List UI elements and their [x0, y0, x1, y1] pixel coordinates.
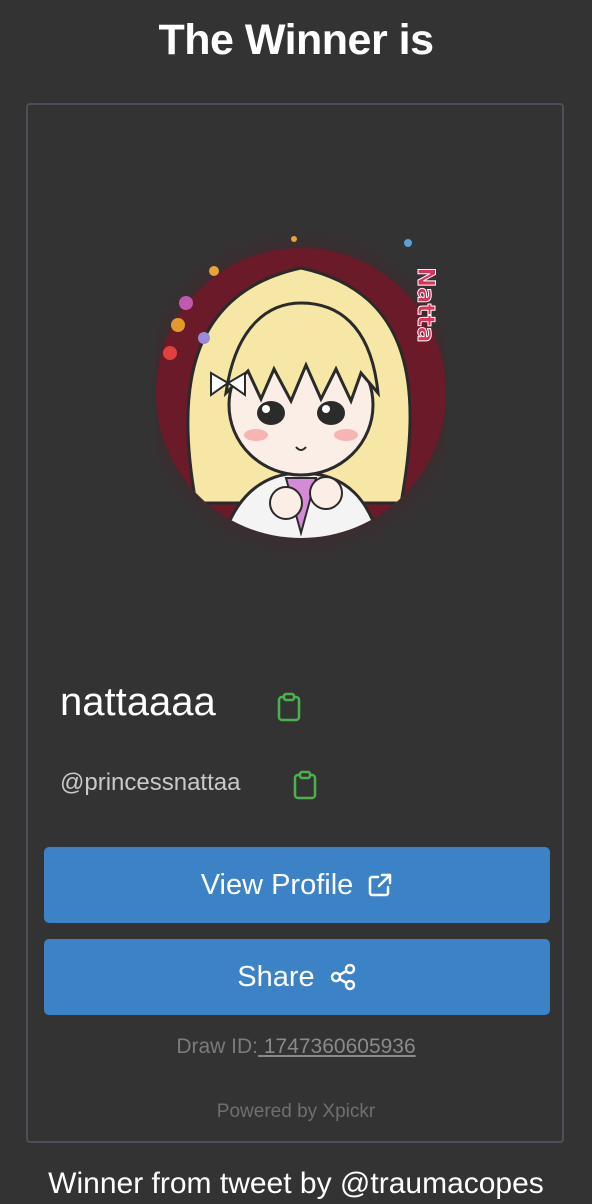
external-link-icon — [367, 872, 393, 898]
powered-by: Powered by Xpickr — [216, 1101, 376, 1122]
winner-card: Natta nattaaaa @princessnattaa View Prof… — [26, 103, 564, 1143]
footer-text: Winner from tweet by @traumacopes — [48, 1167, 544, 1200]
view-profile-button[interactable]: View Profile — [44, 847, 550, 923]
share-icon — [329, 963, 357, 991]
winner-avatar: Natta — [126, 173, 476, 583]
draw-id-link[interactable]: 1747360605936 — [258, 1035, 416, 1058]
winner-display-name: nattaaaa — [60, 680, 216, 724]
share-button[interactable]: Share — [44, 939, 550, 1015]
copy-handle-icon[interactable] — [292, 770, 318, 805]
draw-id-label: Draw ID: — [176, 1035, 258, 1058]
view-profile-label: View Profile — [200, 868, 354, 901]
share-label: Share — [237, 960, 315, 993]
page-title: The Winner is — [158, 16, 434, 64]
winner-handle: @princessnattaa — [60, 769, 241, 796]
avatar-text: Natta — [412, 267, 440, 342]
draw-id: Draw ID: 1747360605936 — [28, 1035, 564, 1059]
copy-name-icon[interactable] — [276, 692, 302, 727]
